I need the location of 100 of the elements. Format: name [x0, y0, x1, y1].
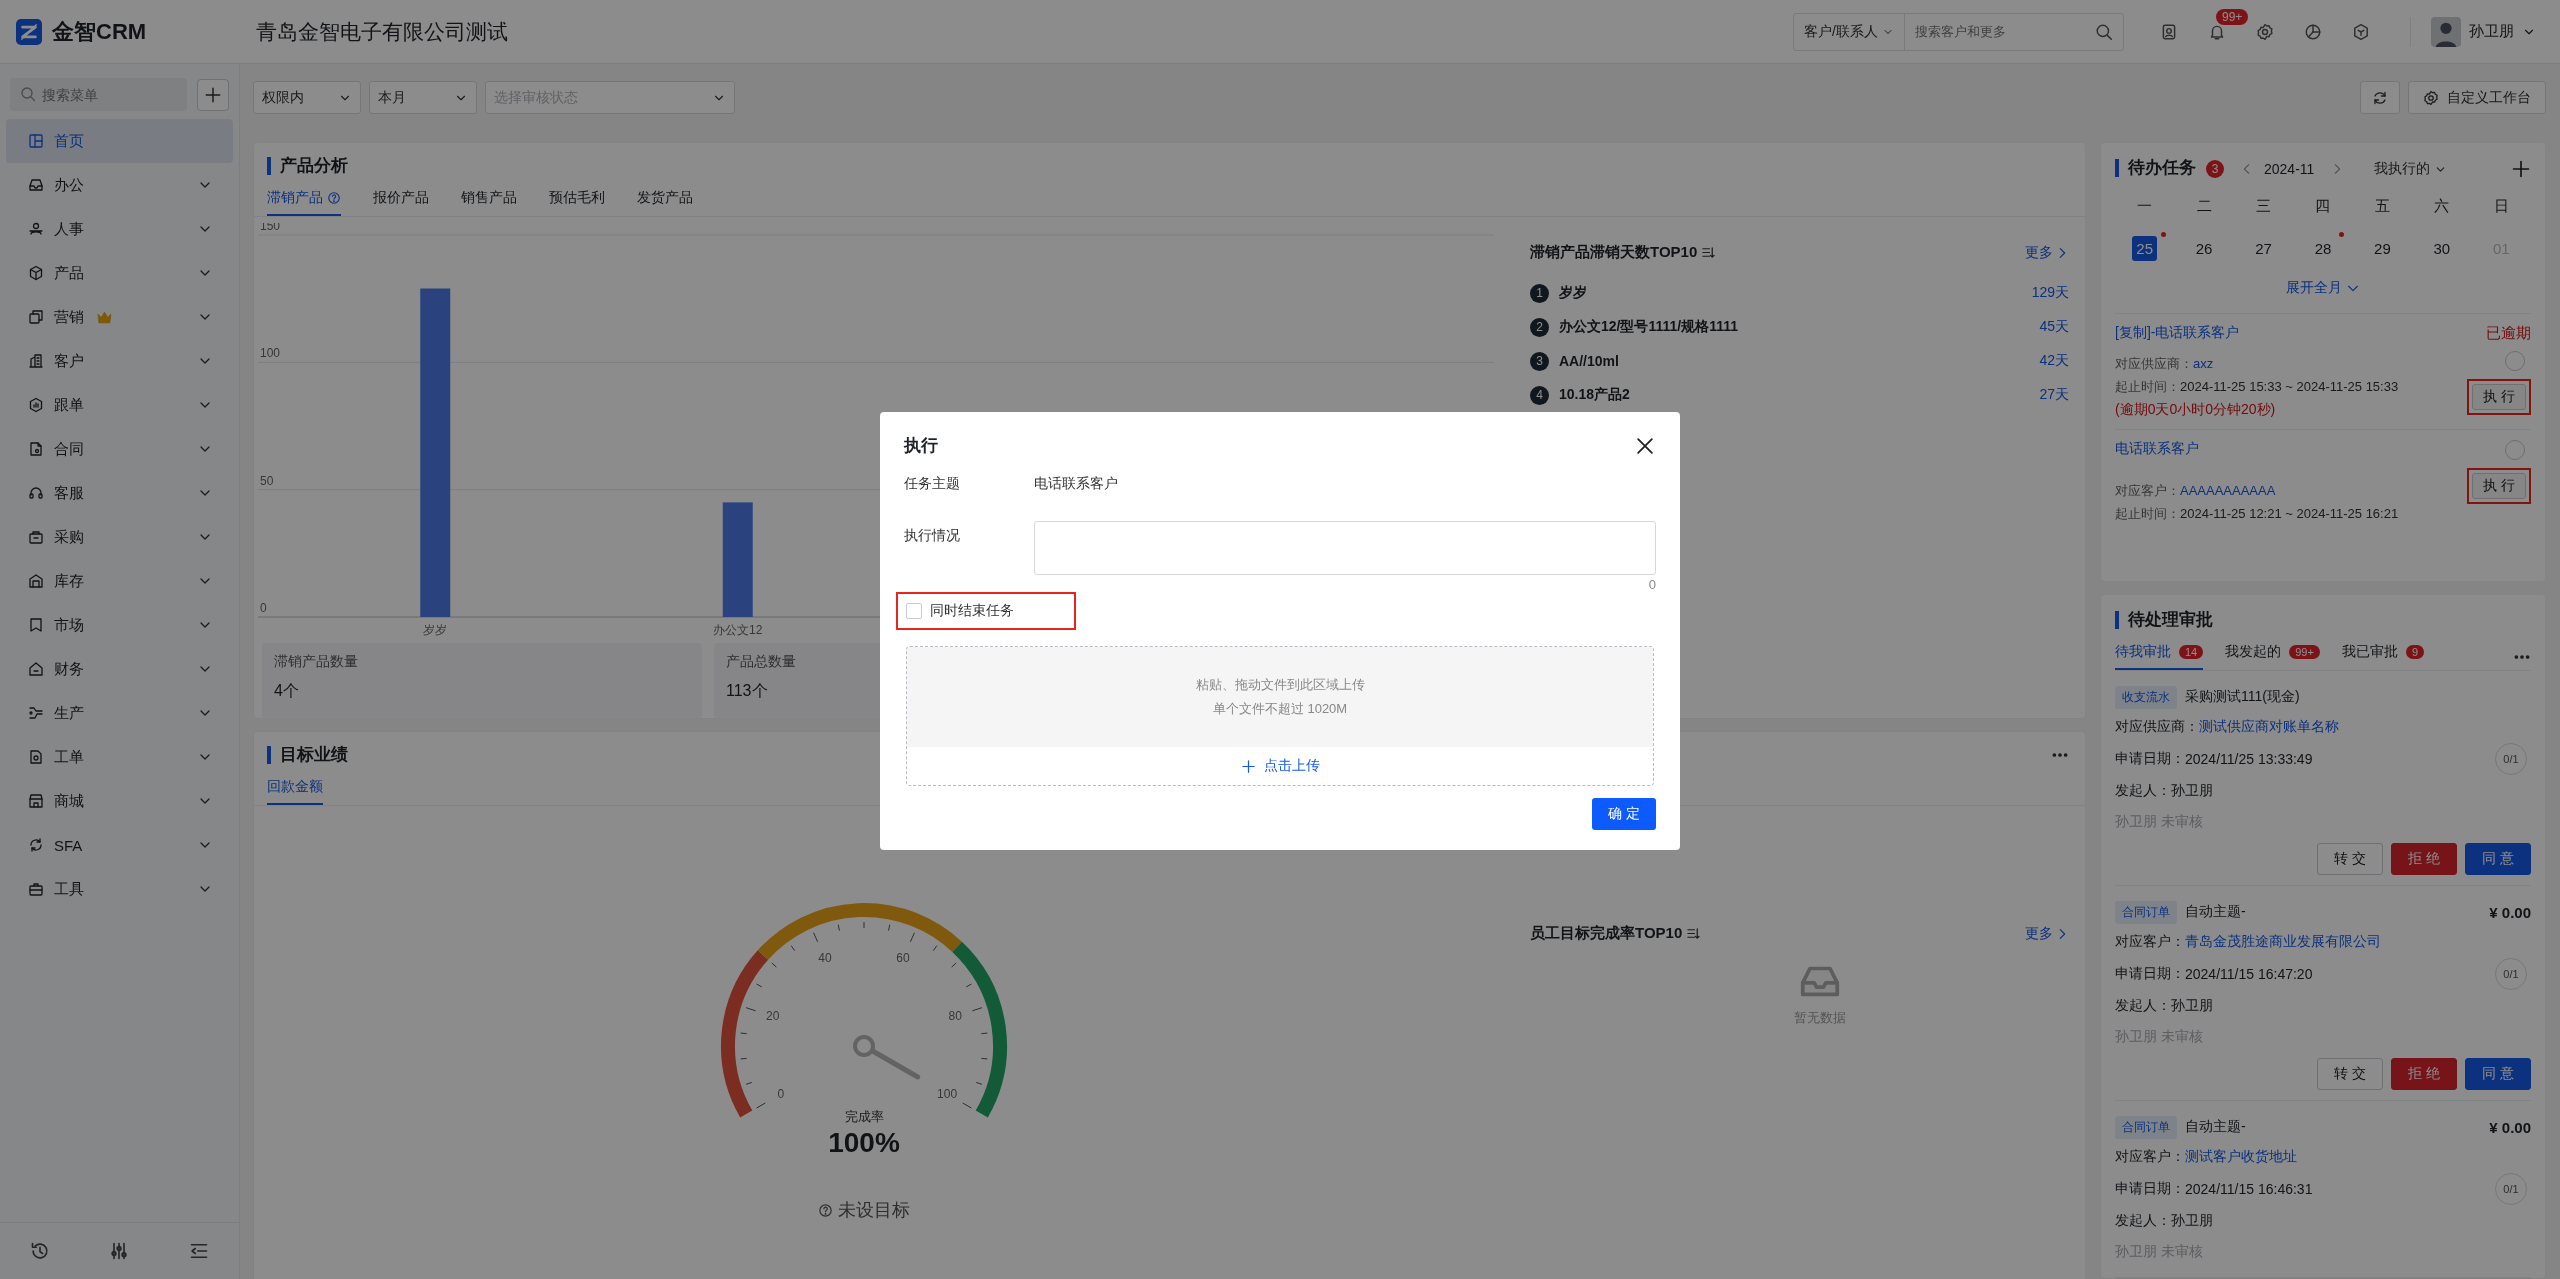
tab[interactable]: 销售产品: [461, 189, 517, 216]
scope-select[interactable]: 客户/联系人: [1794, 13, 1905, 50]
tab[interactable]: 我已审批 9: [2341, 643, 2425, 670]
upload-hint: 粘贴、拖动文件到此区域上传: [1195, 676, 1365, 694]
approval-title: 自动主题-: [2185, 1118, 2246, 1136]
stat-value: 113个: [726, 681, 769, 701]
menu-item[interactable]: 办公: [6, 163, 233, 207]
gauge-tick-label: 60: [896, 951, 910, 966]
approve-button[interactable]: 同 意: [2465, 843, 2531, 875]
pie-chart-icon[interactable]: [2304, 22, 2322, 41]
refresh-button[interactable]: [2360, 81, 2400, 114]
task-title-link[interactable]: 电话联系客户: [2115, 440, 2468, 458]
tab[interactable]: 报价产品: [373, 189, 429, 216]
month-label: 2024-11: [2264, 161, 2315, 177]
task-title-link[interactable]: [复制]-电话联系客户: [2115, 324, 2468, 342]
customize-workspace-button[interactable]: 自定义工作台: [2408, 81, 2546, 114]
calendar-day[interactable]: 28: [2310, 236, 2336, 261]
menu-item[interactable]: 客户: [6, 339, 233, 383]
menu-item[interactable]: 客服: [6, 471, 233, 515]
avatar[interactable]: [2431, 16, 2461, 47]
field-link[interactable]: 青岛金茂胜途商业发展有限公司: [2185, 933, 2381, 951]
calendar-day[interactable]: 27: [2251, 236, 2277, 261]
upload-dropzone[interactable]: 粘贴、拖动文件到此区域上传 单个文件不超过 1020M 点击上传: [906, 646, 1654, 786]
tab[interactable]: 滞销产品: [267, 189, 341, 216]
tab[interactable]: 回款金额: [267, 778, 323, 805]
plus-icon: [204, 85, 222, 104]
refresh-icon: [2372, 89, 2388, 106]
menu-item[interactable]: 生产: [6, 691, 233, 735]
field-label: 起止时间：: [2115, 379, 2180, 394]
execute-button[interactable]: 执 行: [2472, 384, 2526, 410]
more-link[interactable]: 更多: [2025, 924, 2069, 943]
tab[interactable]: 待我审批 14: [2115, 643, 2204, 670]
field-link[interactable]: AAAAAAAAAAA: [2180, 483, 2276, 498]
panel-title: 目标业绩: [267, 746, 348, 764]
menu-item[interactable]: 商城: [6, 779, 233, 823]
calendar-day[interactable]: 29: [2369, 236, 2395, 261]
transfer-button[interactable]: 转 交: [2317, 843, 2383, 875]
end-task-checkbox[interactable]: 同时结束任务: [906, 602, 1014, 620]
document-icon: [28, 441, 44, 457]
menu-item[interactable]: 首页: [6, 119, 233, 163]
menu-item[interactable]: 工具: [6, 867, 233, 911]
history-icon[interactable]: [29, 1241, 50, 1261]
user-name[interactable]: 孙卫朋: [2469, 22, 2514, 41]
field-link[interactable]: 测试供应商对账单名称: [2199, 718, 2339, 736]
field-value: 孙卫朋: [2171, 782, 2213, 800]
menu-item[interactable]: 工单: [6, 735, 233, 779]
menu-item[interactable]: 市场: [6, 603, 233, 647]
confirm-button[interactable]: 确 定: [1592, 798, 1656, 830]
menu-item[interactable]: 跟单: [6, 383, 233, 427]
stat-label: 产品总数量: [726, 653, 797, 671]
collapse-menu-icon[interactable]: [189, 1241, 210, 1261]
menu-item[interactable]: 财务: [6, 647, 233, 691]
add-button[interactable]: [197, 78, 229, 111]
field-value: 2024/11/15 16:46:31: [2185, 1181, 2313, 1197]
menu-item[interactable]: 人事: [6, 207, 233, 251]
approve-button[interactable]: 同 意: [2465, 1058, 2531, 1090]
field-label: 发起人：: [2115, 1212, 2171, 1230]
permission-select[interactable]: 权限内: [253, 81, 361, 114]
weekday-label: 二: [2195, 197, 2213, 216]
sliders-icon[interactable]: [109, 1241, 130, 1261]
menu-item[interactable]: 营销: [6, 295, 233, 339]
contact-card-icon[interactable]: [2160, 22, 2178, 41]
menu-item[interactable]: 产品: [6, 251, 233, 295]
tab[interactable]: 预估毛利: [549, 189, 605, 216]
search-field[interactable]: 搜索客户和更多: [1905, 24, 2085, 39]
settings-icon[interactable]: [2256, 22, 2274, 41]
task-filter-select[interactable]: 我执行的: [2374, 160, 2448, 178]
briefcase-icon: [28, 881, 44, 897]
axis-label: 0: [260, 601, 267, 615]
field-label: 对应客户：: [2115, 483, 2180, 498]
expand-month-link[interactable]: 展开全月: [2286, 279, 2360, 297]
field-link[interactable]: axz: [2193, 356, 2214, 371]
gauge-reading: 100%: [828, 1127, 900, 1158]
calendar-day[interactable]: 30: [2429, 236, 2455, 261]
menu-item[interactable]: 库存: [6, 559, 233, 603]
cube-icon[interactable]: [2352, 22, 2370, 41]
search-icon[interactable]: [2095, 22, 2113, 41]
plus-icon: [1240, 758, 1256, 774]
tab[interactable]: 发货产品: [637, 189, 693, 216]
warehouse-icon: [28, 573, 44, 589]
reject-button[interactable]: 拒 绝: [2391, 1058, 2457, 1090]
reject-button[interactable]: 拒 绝: [2391, 843, 2457, 875]
field-link[interactable]: 测试客户收货地址: [2185, 1148, 2297, 1166]
menu-search-field[interactable]: 搜索菜单: [10, 78, 187, 111]
flow-icon: [28, 705, 44, 721]
execute-button[interactable]: 执 行: [2472, 473, 2526, 499]
execution-notes-field[interactable]: [1034, 521, 1656, 575]
menu-item[interactable]: SFA: [6, 823, 233, 867]
more-link[interactable]: 更多: [2025, 243, 2069, 262]
transfer-button[interactable]: 转 交: [2317, 1058, 2383, 1090]
calendar-day[interactable]: 25: [2132, 236, 2158, 261]
upload-link[interactable]: 点击上传: [1240, 757, 1320, 775]
menu-item[interactable]: 采购: [6, 515, 233, 559]
calendar-day[interactable]: 26: [2191, 236, 2217, 261]
plus-icon[interactable]: [2511, 159, 2531, 179]
rank-number: 2: [1530, 317, 1549, 337]
menu-item[interactable]: 合同: [6, 427, 233, 471]
approval-title: 自动主题-: [2185, 903, 2246, 921]
period-select[interactable]: 本月: [369, 81, 477, 114]
tab[interactable]: 我发起的 99+: [2225, 643, 2320, 670]
